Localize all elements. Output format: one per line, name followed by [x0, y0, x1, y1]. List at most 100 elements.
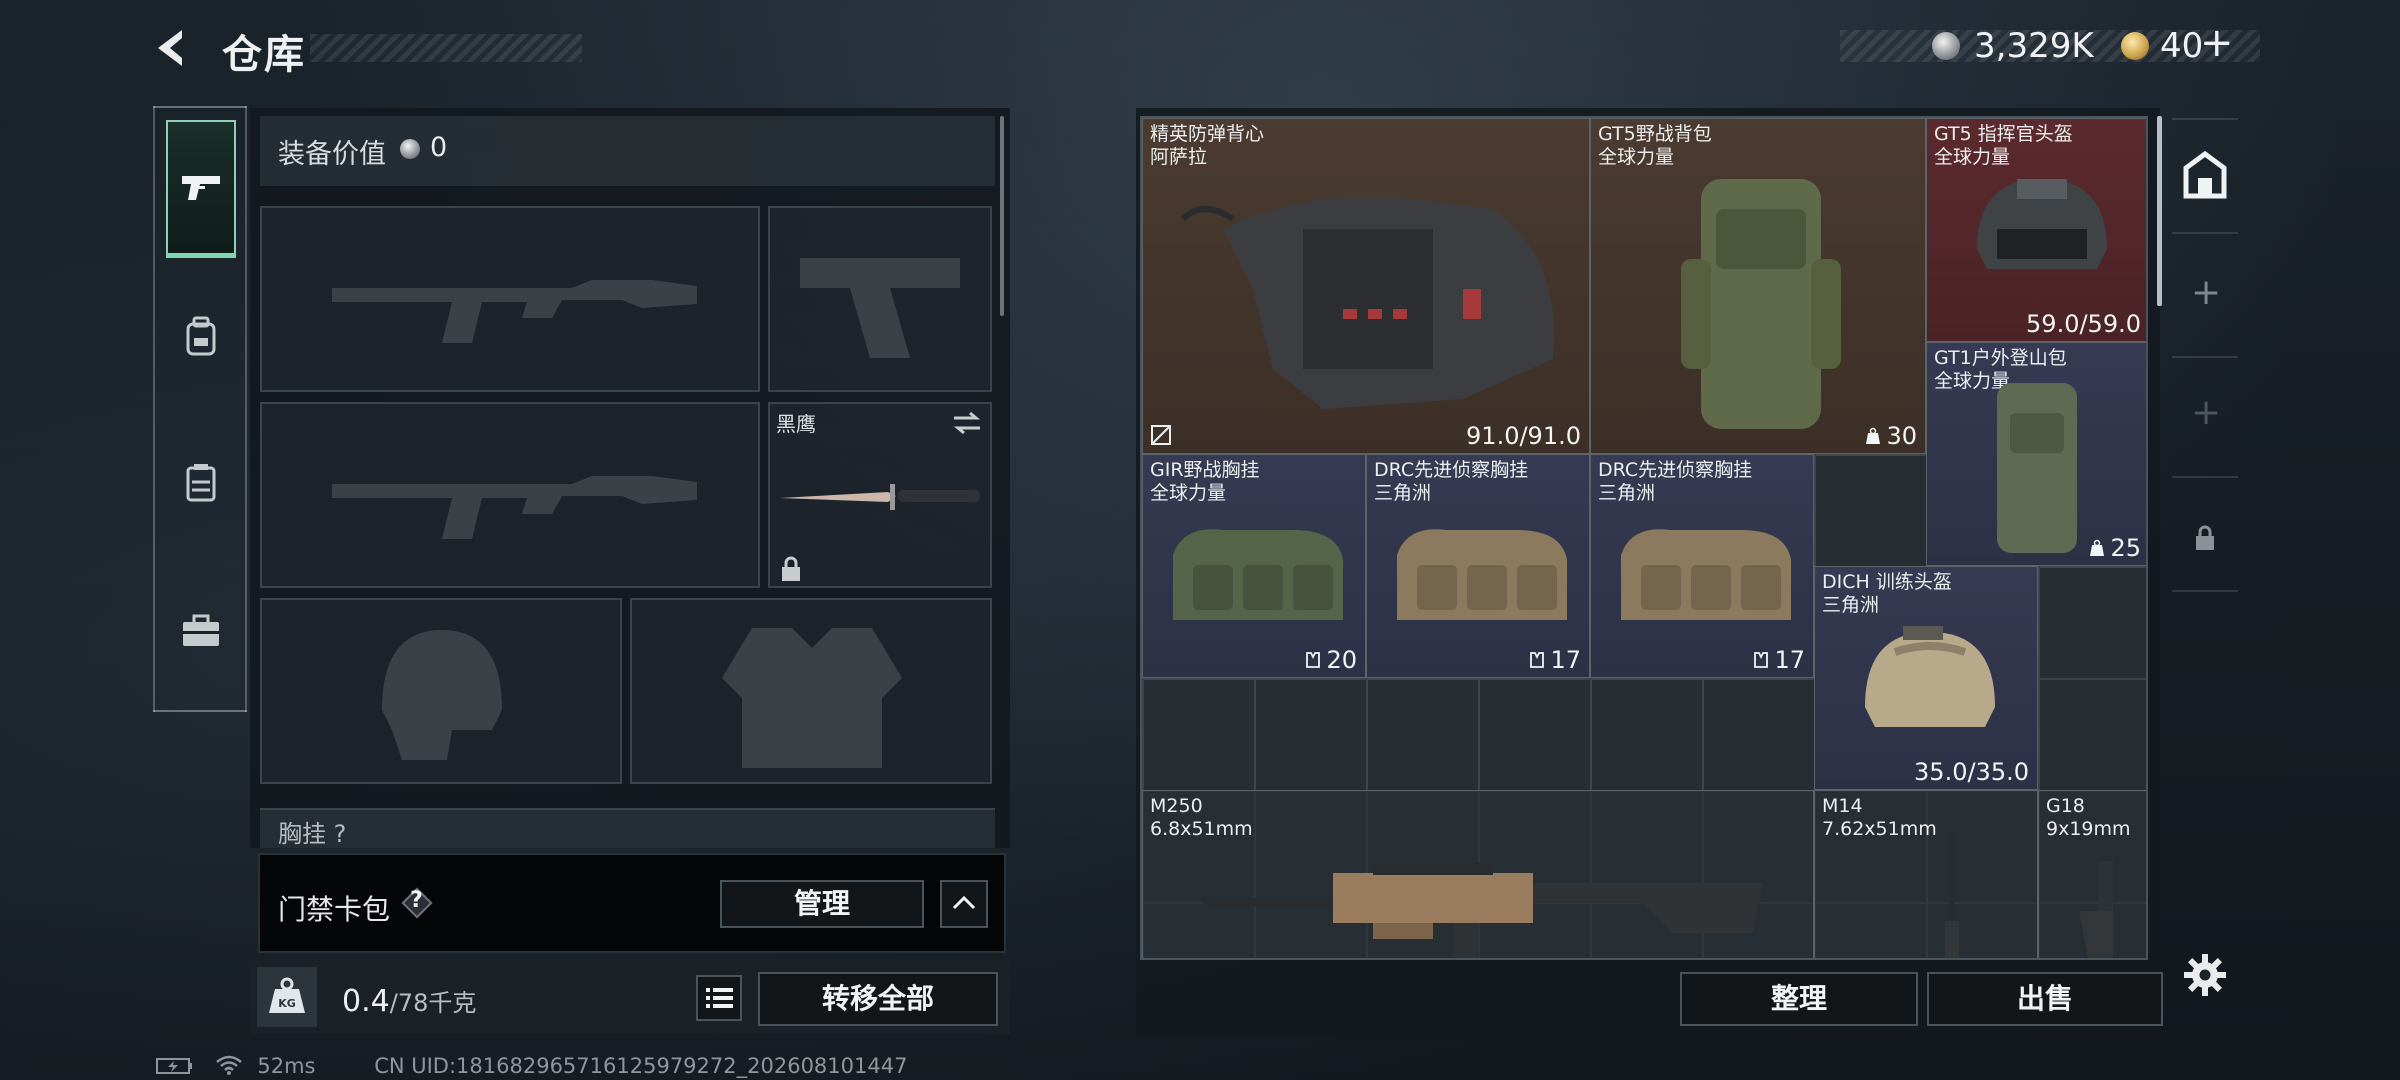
gold-coin-icon	[2121, 32, 2149, 60]
list-icon	[706, 988, 733, 1008]
capacity-value: 25	[2089, 534, 2141, 562]
armor-vest-icon	[1180, 197, 1555, 409]
weight-icon	[1866, 427, 1881, 444]
item-name-block: G18 9x19mm	[2046, 795, 2131, 840]
stash-item-helmet-gt5[interactable]: GT5 指挥官头盔 全球力量 59.0/59.0	[1926, 118, 2146, 342]
stash-item-rig-drc[interactable]: DRC先进侦察胸挂 三角洲 17	[1366, 454, 1590, 678]
chest-rig-slot[interactable]	[260, 808, 995, 848]
battery-icon	[156, 1058, 192, 1074]
tab-case[interactable]	[176, 606, 226, 656]
tab-active-indicator	[166, 253, 236, 258]
stash-item-g18[interactable]: G18 9x19mm	[2038, 790, 2146, 958]
help-label: ?	[410, 888, 423, 913]
loadout-value: 0	[430, 132, 448, 163]
loadout-scrollbar[interactable]	[1000, 116, 1004, 316]
rig-icon	[1306, 652, 1321, 668]
stash-item-backpack-gt5[interactable]: GT5野战背包 全球力量 30	[1590, 118, 1926, 454]
stash-grid: 精英防弹背心 阿萨拉 91.0/91.0 GT5野战背包 全球力量 30 GT5 指…	[1140, 116, 2148, 960]
uid-text: CN UID:181682965716125979272_20260810144…	[374, 1054, 908, 1078]
capacity-value: 17	[1529, 646, 1581, 674]
rail-top-divider	[153, 106, 247, 108]
stash-item-m14[interactable]: M14 7.62x51mm	[1814, 790, 2038, 958]
gold-currency-value: 40	[2160, 26, 2204, 66]
manage-button[interactable]: 管理	[720, 880, 924, 928]
durability-value: 59.0/59.0	[2026, 310, 2141, 338]
item-name-block: DRC先进侦察胸挂 三角洲	[1374, 459, 1529, 504]
stash-item-rig-gir[interactable]: GIR野战胸挂 全球力量 20	[1142, 454, 1366, 678]
sell-button[interactable]: 出售	[1927, 972, 2163, 1026]
rifle-silhouette-icon	[332, 280, 697, 343]
chest-rig-icon	[1173, 529, 1343, 620]
sidearm-slot[interactable]	[768, 206, 992, 392]
backpack-icon	[1997, 383, 2077, 553]
rig-icon	[1530, 652, 1545, 668]
side-divider	[2172, 356, 2238, 358]
durability-value: 91.0/91.0	[1466, 422, 1581, 450]
wifi-icon	[215, 1055, 242, 1075]
weight-icon	[2090, 539, 2105, 556]
chest-rig-icon	[1397, 529, 1567, 620]
helmet-icon	[1865, 626, 1995, 727]
helmet-icon	[1977, 179, 2107, 269]
stash-item-helmet-dich[interactable]: DICH 训练头盔 三角洲 35.0/35.0	[1814, 566, 2038, 790]
chest-rig-label: 胸挂 ?	[278, 820, 347, 848]
side-divider	[2172, 590, 2238, 592]
rig-icon	[1754, 652, 1769, 668]
helmet-silhouette-icon	[382, 630, 502, 760]
gear-icon[interactable]	[2182, 952, 2228, 998]
durability-value: 35.0/35.0	[1914, 758, 2029, 786]
stash-box-icon[interactable]	[2180, 150, 2230, 200]
rifle-icon	[1945, 831, 1959, 958]
item-name-block: 精英防弹背心 阿萨拉	[1150, 123, 1265, 168]
item-name-block: M14 7.62x51mm	[1822, 795, 1937, 840]
tab-backpack[interactable]	[176, 312, 226, 362]
add-stash-button[interactable]: +	[2191, 272, 2221, 313]
transfer-all-button[interactable]: 转移全部	[758, 972, 998, 1026]
stash-scrollbar[interactable]	[2157, 116, 2162, 306]
add-currency-button[interactable]: +	[2200, 20, 2234, 66]
no-repair-icon	[1151, 425, 1171, 445]
backpack-icon	[1681, 179, 1841, 429]
keycard-label: 门禁卡包	[278, 893, 391, 926]
stash-item-backpack-gt1[interactable]: GT1户外登山包 全球力量 25	[1926, 342, 2146, 566]
page-title: 仓库	[222, 32, 306, 78]
helmet-slot[interactable]	[260, 598, 622, 784]
capacity-value: 20	[1305, 646, 1357, 674]
weight-readout: 0.4/78千克	[342, 983, 476, 1019]
melee-slot[interactable]: 黑鹰	[768, 402, 992, 588]
expand-button[interactable]	[940, 880, 988, 928]
capacity-value: 17	[1753, 646, 1805, 674]
side-divider	[2172, 118, 2238, 120]
stash-item-m250[interactable]: M250 6.8x51mm	[1142, 790, 1814, 958]
item-name-block: GIR野战胸挂 全球力量	[1150, 459, 1260, 504]
stash-item-armor-vest[interactable]: 精英防弹背心 阿萨拉 91.0/91.0	[1142, 118, 1590, 454]
sort-button[interactable]: 整理	[1680, 972, 1918, 1026]
lock-icon	[782, 556, 800, 581]
title-decoration	[310, 34, 582, 62]
tab-vest[interactable]	[176, 458, 226, 508]
weight-value: 0.4	[342, 984, 390, 1019]
armor-slot[interactable]	[630, 598, 992, 784]
item-name-block: DRC先进侦察胸挂 三角洲	[1598, 459, 1753, 504]
list-view-button[interactable]	[696, 975, 742, 1021]
stash-item-rig-drc[interactable]: DRC先进侦察胸挂 三角洲 17	[1590, 454, 1814, 678]
add-stash-button[interactable]: +	[2191, 392, 2221, 433]
capacity-value: 30	[1865, 422, 1917, 450]
help-button[interactable]: ?	[400, 886, 434, 920]
status-bar: 52ms CN UID:181682965716125979272_202608…	[156, 1054, 907, 1078]
back-arrow-icon[interactable]	[150, 26, 194, 70]
secondary-weapon-slot[interactable]	[260, 402, 760, 588]
item-name-block: DICH 训练头盔 三角洲	[1822, 571, 1952, 616]
swap-icon[interactable]	[952, 410, 982, 436]
primary-weapon-slot[interactable]	[260, 206, 760, 392]
chest-rig-icon	[1621, 529, 1791, 620]
pistol-icon	[2079, 861, 2113, 958]
chevron-up-icon	[952, 895, 976, 910]
melee-name: 黑鹰	[776, 412, 816, 436]
side-divider	[2172, 232, 2238, 234]
silver-currency-value: 3,329K	[1974, 26, 2094, 66]
lock-icon	[2196, 525, 2214, 550]
machine-gun-icon	[1203, 863, 1763, 958]
weight-capacity: /78千克	[389, 989, 477, 1017]
pistol-silhouette-icon	[800, 258, 960, 358]
